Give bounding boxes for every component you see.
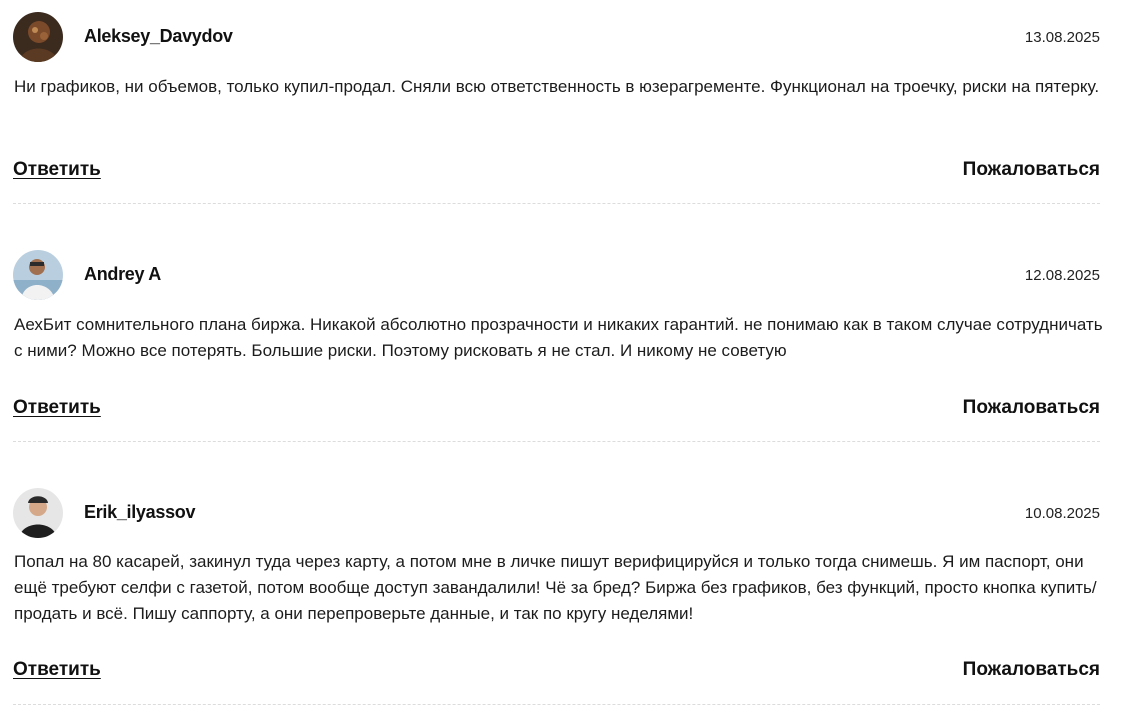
user-photo-icon: [13, 488, 63, 538]
report-link[interactable]: Пожаловаться: [963, 397, 1100, 419]
author-name: Andrey A: [84, 264, 161, 284]
review-text: Ни графиков, ни объемов, только купил-пр…: [14, 77, 1100, 96]
reply-link[interactable]: Ответить: [13, 659, 101, 681]
review-date: 12.08.2025: [1024, 267, 1100, 284]
review-text: АехБит сомнительного плана биржа. Никако…: [14, 315, 1103, 360]
review-actions: Ответить Пожаловаться: [13, 659, 1100, 685]
report-link[interactable]: Пожаловаться: [963, 159, 1100, 181]
divider: [13, 203, 1100, 204]
avatar[interactable]: [13, 488, 63, 538]
reply-link[interactable]: Ответить: [13, 159, 101, 181]
review-text: Попал на 80 касарей, закинул туда через …: [14, 552, 1097, 623]
reply-link[interactable]: Ответить: [13, 397, 101, 419]
avatar[interactable]: [13, 250, 63, 300]
review-header: Erik_ilyassov 10.08.2025: [13, 488, 1100, 538]
author-name: Aleksey_Davydov: [84, 26, 233, 46]
review-date: 13.08.2025: [1024, 29, 1100, 46]
review-header: Andrey A 12.08.2025: [13, 250, 1100, 300]
divider: [13, 704, 1100, 705]
review-actions: Ответить Пожаловаться: [13, 159, 1100, 185]
review-header: Aleksey_Davydov 13.08.2025: [13, 12, 1100, 62]
user-photo-icon: [13, 250, 63, 300]
user-photo-icon: [13, 12, 63, 62]
author-name: Erik_ilyassov: [84, 502, 196, 522]
report-link[interactable]: Пожаловаться: [963, 659, 1100, 681]
divider: [13, 441, 1100, 442]
reviews-feed: Aleksey_Davydov 13.08.2025 Ни графиков, …: [0, 0, 1122, 721]
review-actions: Ответить Пожаловаться: [13, 397, 1100, 423]
review-date: 10.08.2025: [1024, 505, 1100, 522]
avatar[interactable]: [13, 12, 63, 62]
